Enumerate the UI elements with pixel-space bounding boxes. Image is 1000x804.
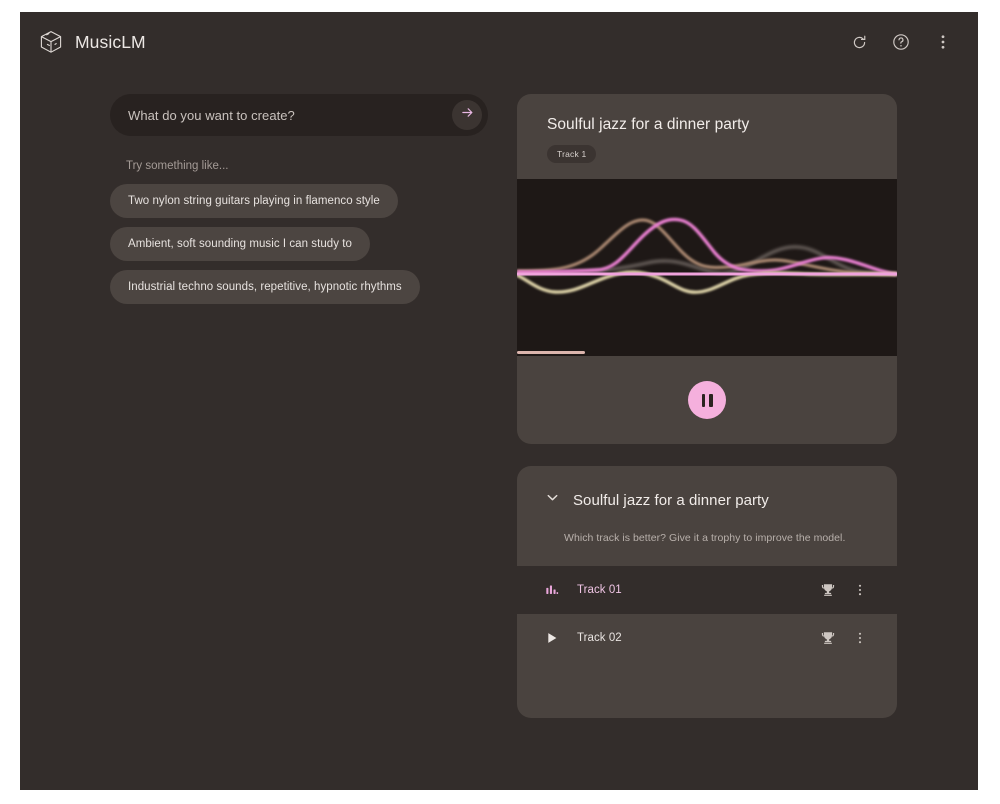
track-row[interactable]: Track 02 bbox=[517, 614, 897, 662]
chevron-down-icon[interactable] bbox=[545, 490, 560, 510]
player-title: Soulful jazz for a dinner party bbox=[547, 116, 750, 133]
more-vertical-icon[interactable] bbox=[932, 31, 954, 53]
suggestion-chip[interactable]: Industrial techno sounds, repetitive, hy… bbox=[110, 270, 420, 304]
prompt-input-container[interactable]: What do you want to create? bbox=[110, 94, 488, 136]
equalizer-icon[interactable] bbox=[543, 581, 561, 599]
track-list-footer bbox=[517, 662, 897, 718]
suggestion-chip-list: Two nylon string guitars playing in flam… bbox=[110, 184, 505, 304]
pause-icon[interactable] bbox=[688, 381, 726, 419]
cube-icon bbox=[38, 29, 64, 55]
suggestion-chip[interactable]: Ambient, soft sounding music I can study… bbox=[110, 227, 370, 261]
track-list-toggle[interactable]: Soulful jazz for a dinner party bbox=[517, 490, 897, 510]
track-list-subtitle: Which track is better? Give it a trophy … bbox=[564, 532, 846, 544]
waveform-svg bbox=[517, 217, 897, 294]
trophy-icon[interactable] bbox=[815, 577, 841, 603]
prompt-column: What do you want to create? Try somethin… bbox=[110, 94, 505, 304]
prompt-submit-button[interactable] bbox=[452, 100, 482, 130]
more-vertical-icon[interactable] bbox=[847, 577, 873, 603]
player-controls bbox=[517, 356, 897, 444]
help-circle-icon[interactable] bbox=[890, 31, 912, 53]
player-header: Soulful jazz for a dinner party Track 1 bbox=[517, 94, 897, 179]
player-card: Soulful jazz for a dinner party Track 1 bbox=[517, 94, 897, 444]
musiclm-app: MusicLM What do you want to create? Try … bbox=[20, 12, 978, 790]
brand: MusicLM bbox=[38, 29, 146, 55]
results-column: Soulful jazz for a dinner party Track 1 bbox=[517, 94, 897, 718]
track-list-title: Soulful jazz for a dinner party bbox=[573, 491, 769, 509]
pause-bar-left bbox=[701, 393, 705, 407]
waveform-visualization bbox=[517, 179, 897, 356]
track-row[interactable]: Track 01 bbox=[517, 566, 897, 614]
history-refresh-icon[interactable] bbox=[848, 31, 870, 53]
more-vertical-icon[interactable] bbox=[847, 625, 873, 651]
arrow-right-icon bbox=[460, 105, 475, 125]
prompt-placeholder[interactable]: What do you want to create? bbox=[128, 108, 452, 123]
track-list-card: Soulful jazz for a dinner party Which tr… bbox=[517, 466, 897, 718]
playback-progress-fill bbox=[517, 351, 586, 354]
play-triangle-icon[interactable] bbox=[543, 629, 561, 647]
suggestion-chip[interactable]: Two nylon string guitars playing in flam… bbox=[110, 184, 398, 218]
track-name: Track 02 bbox=[577, 632, 622, 644]
app-header: MusicLM bbox=[20, 12, 978, 72]
playback-progress-bar[interactable] bbox=[517, 351, 897, 354]
suggestions-label: Try something like... bbox=[126, 160, 229, 172]
trophy-icon[interactable] bbox=[815, 625, 841, 651]
track-list-header: Soulful jazz for a dinner party Which tr… bbox=[517, 466, 897, 544]
header-actions bbox=[848, 31, 958, 53]
brand-name: MusicLM bbox=[75, 31, 146, 52]
player-track-badge: Track 1 bbox=[547, 145, 597, 163]
pause-bar-right bbox=[709, 393, 713, 407]
track-name: Track 01 bbox=[577, 584, 622, 596]
